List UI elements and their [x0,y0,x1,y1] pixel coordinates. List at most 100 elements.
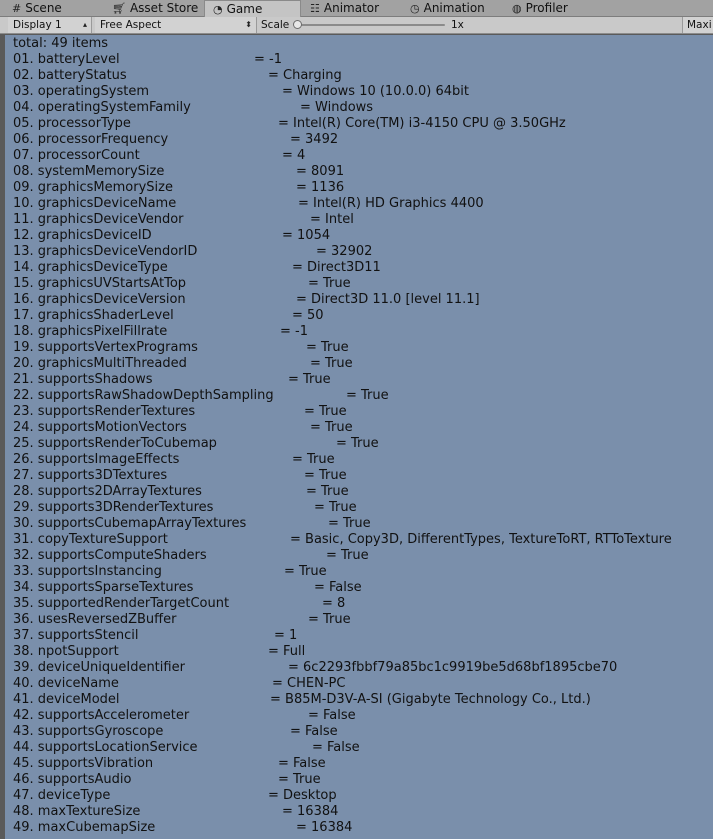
aspect-dropdown[interactable]: Free Aspect ⬍ [95,17,257,33]
tab-game[interactable]: ◔ Game [204,0,301,17]
info-key: 25. supportsRenderToCubemap [13,436,217,451]
tab-game-label: Game [226,2,263,16]
pacman-icon: ◔ [213,3,223,16]
info-key: 10. graphicsDeviceName [13,196,177,211]
info-key: 41. deviceModel [13,692,120,707]
info-value: = True [292,452,335,467]
maximize-label: Maxi [687,19,712,31]
info-key: 38. npotSupport [13,644,119,659]
info-key: 26. supportsImageEffects [13,452,180,467]
info-key: 47. deviceType [13,788,111,803]
info-value: = True [308,612,351,627]
info-value: = 1054 [282,228,331,243]
info-value: = 32902 [316,244,373,259]
grid-icon: # [12,2,22,15]
info-value: = True [304,404,347,419]
info-value: = True [310,420,353,435]
info-key: 24. supportsMotionVectors [13,420,187,435]
info-value: = 4 [282,148,306,163]
info-key: 13. graphicsDeviceVendorID [13,244,198,259]
info-key: 17. graphicsShaderLevel [13,308,174,323]
info-key: 19. supportsVertexPrograms [13,340,198,355]
info-value: = Desktop [268,788,337,803]
info-key: 21. supportsShadows [13,372,153,387]
info-key: 39. deviceUniqueIdentifier [13,660,185,675]
tab-animator[interactable]: ☷ Animator [310,0,379,17]
tab-profiler[interactable]: ◍ Profiler [512,0,568,17]
dropdown-arrows-icon: ⬍ [245,20,252,29]
total-items-label: total: 49 items [13,36,109,51]
info-value: = Intel(R) Core(TM) i3-4150 CPU @ 3.50GH… [278,116,566,131]
info-value: = 1136 [296,180,345,195]
info-key: 22. supportsRawShadowDepthSampling [13,388,274,403]
info-key: 14. graphicsDeviceType [13,260,168,275]
info-value: = B85M-D3V-A-SI (Gigabyte Technology Co.… [270,692,591,707]
info-key: 05. processorType [13,116,131,131]
info-value: = True [314,500,357,515]
info-value: = 16384 [282,804,339,819]
info-value: = 3492 [290,132,339,147]
info-key: 31. copyTextureSupport [13,532,168,547]
info-value: = CHEN-PC [272,676,346,691]
info-value: = True [336,436,379,451]
info-value: = True [308,276,351,291]
info-key: 48. maxTextureSize [13,804,141,819]
info-key: 33. supportsInstancing [13,564,162,579]
info-key: 23. supportsRenderTextures [13,404,196,419]
scale-label: Scale [261,19,290,31]
info-key: 34. supportsSparseTextures [13,580,194,595]
info-key: 03. operatingSystem [13,84,149,99]
tab-animation-label: Animation [423,1,485,15]
info-value: = 50 [292,308,324,323]
info-key: 11. graphicsDeviceVendor [13,212,184,227]
tab-animator-label: Animator [323,1,380,15]
display-dropdown[interactable]: Display 1 ▴ [8,17,92,33]
info-value: = -1 [254,52,282,67]
info-value: = Intel(R) HD Graphics 4400 [298,196,484,211]
dropdown-arrows-icon: ▴ [82,20,87,29]
info-value: = 8 [322,596,346,611]
tab-scene[interactable]: # Scene [12,0,62,17]
info-key: 40. deviceName [13,676,119,691]
info-value: = True [304,468,347,483]
info-value: = Full [268,644,306,659]
info-key: 09. graphicsMemorySize [13,180,173,195]
info-value: = Windows 10 (10.0.0) 64bit [282,84,469,99]
info-value: = Basic, Copy3D, DifferentTypes, Texture… [290,532,672,547]
scale-slider-track[interactable] [297,24,445,26]
info-key: 04. operatingSystemFamily [13,100,191,115]
clock-icon: ◷ [410,2,420,15]
info-key: 28. supports2DArrayTextures [13,484,202,499]
game-view: total: 49 items 01. batteryLevel = -1 02. … [5,35,713,839]
editor-tab-bar: # Scene 🛒︎ Asset Store ◔ Game ☷ Animator ◷ An… [0,0,713,17]
info-value: = Intel [310,212,354,227]
tab-animation[interactable]: ◷ Animation [410,0,485,17]
info-key: 18. graphicsPixelFillrate [13,324,168,339]
tab-asset-store-label: Asset Store [129,1,199,15]
info-key: 44. supportsLocationService [13,740,198,755]
info-value: = Windows [300,100,374,115]
scale-slider-thumb[interactable] [293,20,302,29]
info-key: 45. supportsVibration [13,756,154,771]
info-value: = True [284,564,327,579]
info-key: 16. graphicsDeviceVersion [13,292,186,307]
info-value: = 8091 [296,164,345,179]
gauge-icon: ◍ [512,2,522,15]
info-key: 02. batteryStatus [13,68,127,83]
scale-value: 1x [451,19,464,31]
info-value: = False [312,740,360,755]
tab-asset-store[interactable]: 🛒︎ Asset Store [112,0,198,17]
info-value: = False [290,724,338,739]
info-value: = True [346,388,389,403]
info-key: 42. supportsAccelerometer [13,708,190,723]
info-key: 35. supportedRenderTargetCount [13,596,230,611]
info-key: 36. usesReversedZBuffer [13,612,177,627]
tab-scene-label: Scene [25,1,62,15]
info-value: = 16384 [296,820,353,835]
info-key: 01. batteryLevel [13,52,120,67]
maximize-on-play-button[interactable]: Maxi [682,17,713,33]
info-key: 07. processorCount [13,148,140,163]
info-key: 15. graphicsUVStartsAtTop [13,276,187,291]
display-dropdown-value: Display 1 [13,19,62,31]
info-key: 37. supportsStencil [13,628,139,643]
